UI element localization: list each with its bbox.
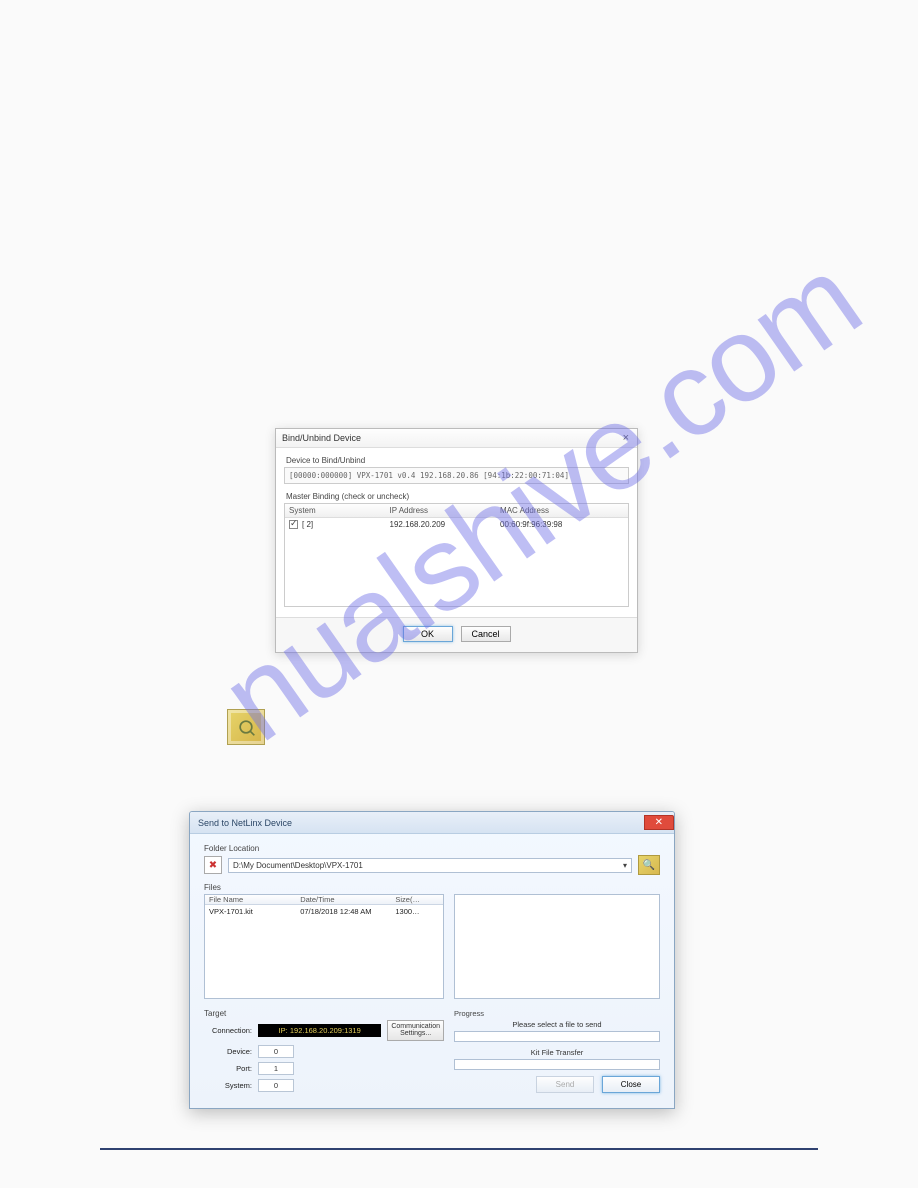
close-icon[interactable]: ✕: [644, 815, 674, 830]
device-section-label: Device to Bind/Unbind: [286, 456, 629, 465]
device-label: Device:: [204, 1047, 252, 1056]
cancel-button[interactable]: Cancel: [461, 626, 511, 642]
close-icon[interactable]: ×: [621, 432, 631, 444]
send-button: Send: [536, 1076, 594, 1093]
connection-label: Connection:: [204, 1026, 252, 1035]
footer-divider: [100, 1148, 818, 1150]
files-section-label: Files: [204, 883, 660, 892]
bind-unbind-dialog: Bind/Unbind Device × Device to Bind/Unbi…: [275, 428, 638, 653]
col-header-system: System: [289, 506, 390, 515]
binding-section-label: Master Binding (check or uncheck): [286, 492, 629, 501]
files-table[interactable]: File Name Date/Time Size(… VPX-1701.kit …: [204, 894, 444, 999]
file-size-cell: 1300…: [395, 907, 443, 916]
dialog-titlebar: Send to NetLinx Device ✕: [190, 812, 674, 834]
col-header-mac: MAC Address: [500, 506, 624, 515]
folder-path-select[interactable]: D:\My Document\Desktop\VPX-1701: [228, 858, 632, 873]
close-button[interactable]: Close: [602, 1076, 660, 1093]
ok-button[interactable]: OK: [403, 626, 453, 642]
checkbox-icon[interactable]: [289, 520, 298, 529]
progress-message-2: Kit File Transfer: [454, 1048, 660, 1057]
dialog-titlebar: Bind/Unbind Device ×: [276, 429, 637, 448]
dialog-title: Send to NetLinx Device: [198, 818, 292, 828]
port-input[interactable]: 1: [258, 1062, 294, 1075]
folder-section-label: Folder Location: [204, 844, 660, 853]
browse-button[interactable]: 🔍: [638, 855, 660, 875]
communication-settings-button[interactable]: Communication Settings...: [387, 1020, 444, 1041]
progress-message-1: Please select a file to send: [454, 1020, 660, 1029]
file-name-cell: VPX-1701.kit: [205, 907, 300, 916]
preview-pane: [454, 894, 660, 999]
col-header-filename: File Name: [205, 895, 300, 904]
col-header-size: Size(…: [395, 895, 443, 904]
progress-section-label: Progress: [454, 1009, 660, 1018]
target-section-label: Target: [204, 1009, 444, 1018]
kit-file-icon: [227, 709, 265, 745]
kit-file-icon: ✖: [204, 856, 222, 874]
dialog-title: Bind/Unbind Device: [282, 433, 361, 443]
progress-bar-2: [454, 1059, 660, 1070]
send-to-netlinx-dialog: Send to NetLinx Device ✕ Folder Location…: [189, 811, 675, 1109]
system-input[interactable]: 0: [258, 1079, 294, 1092]
device-info-field: [00000:000000] VPX-1701 v0.4 192.168.20.…: [284, 467, 629, 484]
binding-list: System IP Address MAC Address [ 2] 192.1…: [284, 503, 629, 607]
ip-cell: 192.168.20.209: [390, 520, 501, 529]
device-input[interactable]: 0: [258, 1045, 294, 1058]
connection-value: IP: 192.168.20.209:1319: [258, 1024, 381, 1037]
progress-bar-1: [454, 1031, 660, 1042]
col-header-datetime: Date/Time: [300, 895, 395, 904]
file-date-cell: 07/18/2018 12:48 AM: [300, 907, 395, 916]
table-row[interactable]: [ 2] 192.168.20.209 00:60:9f:96:39:98: [285, 518, 628, 531]
system-label: System:: [204, 1081, 252, 1090]
col-header-ip: IP Address: [390, 506, 501, 515]
system-cell: [ 2]: [302, 520, 313, 529]
table-row[interactable]: VPX-1701.kit 07/18/2018 12:48 AM 1300…: [205, 905, 443, 918]
port-label: Port:: [204, 1064, 252, 1073]
mac-cell: 00:60:9f:96:39:98: [500, 520, 624, 529]
